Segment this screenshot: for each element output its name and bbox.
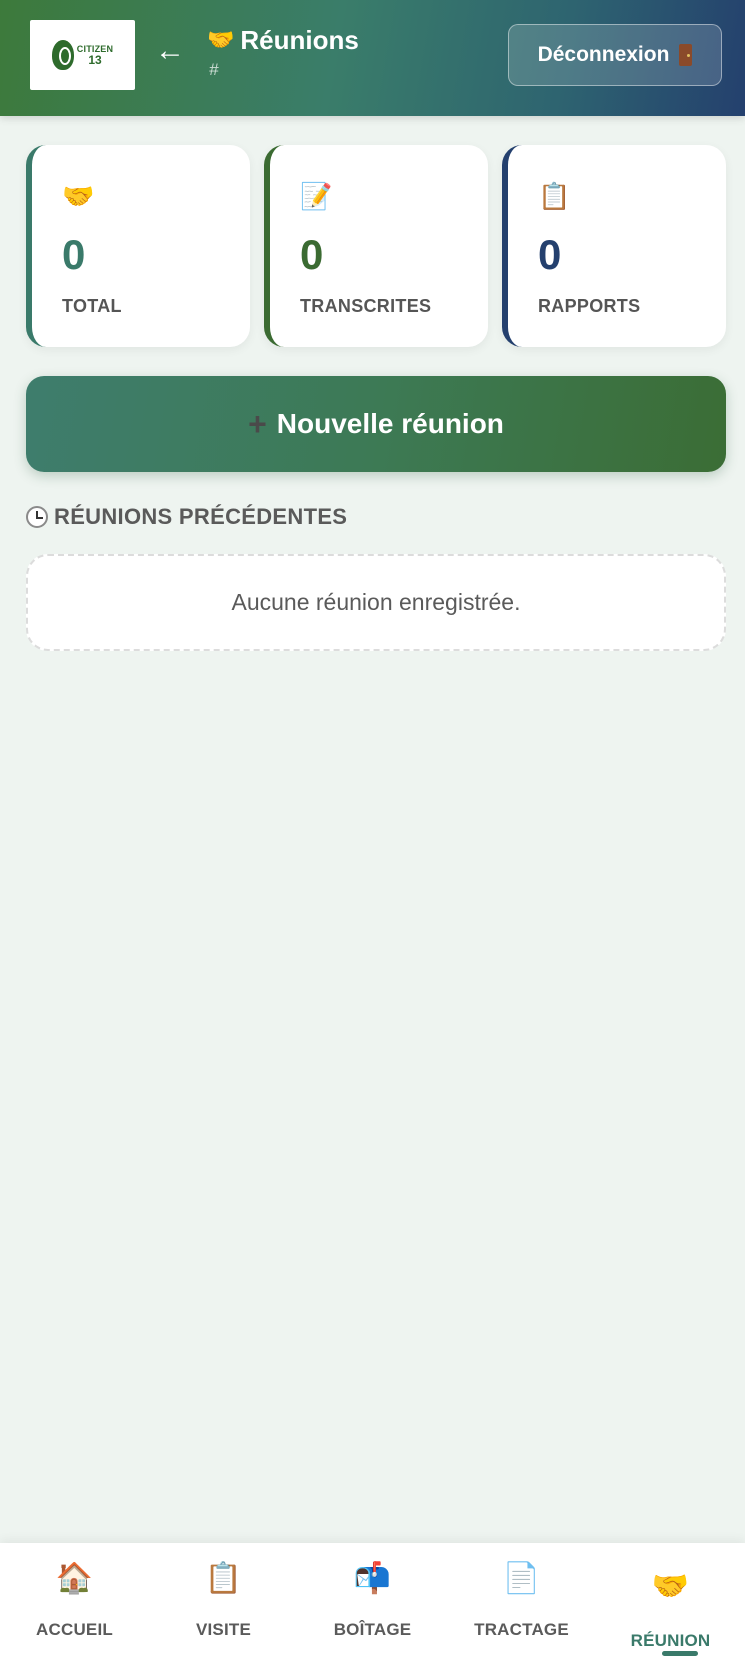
stat-card-transcribed: 📝 0 TRANSCRITES [264,145,488,347]
nav-label-tractage: TRACTAGE [474,1620,569,1639]
memo-icon: 📝 [300,181,333,211]
active-tab-indicator [662,1651,698,1656]
plus-icon: + [248,406,267,442]
app-screen: CITIZEN 13 ← 🤝 Réunions # Déconnexion 🤝 … [0,0,745,1677]
mailbox-icon: 📬 [353,1562,392,1595]
top-header: CITIZEN 13 ← 🤝 Réunions # Déconnexion [0,0,745,116]
empty-state: Aucune réunion enregistrée. [26,554,726,651]
stat-label-total: TOTAL [62,296,122,316]
clock-icon [26,506,48,528]
section-title-text: RÉUNIONS PRÉCÉDENTES [54,504,348,529]
door-icon [679,44,693,66]
nav-item-reunion[interactable]: 🤝 RÉUNION [596,1543,745,1677]
page-subtitle: # [209,60,219,79]
stat-value-total: 0 [62,231,86,278]
stat-card-total: 🤝 0 TOTAL [26,145,250,347]
title-row: 🤝 Réunions [207,24,359,56]
document-icon: 📄 [502,1562,541,1595]
handshake-icon: 🤝 [62,181,95,211]
new-meeting-label: Nouvelle réunion [276,408,504,439]
citizen13-logo: CITIZEN 13 [30,20,135,90]
clipboard-icon: 📋 [538,181,571,211]
empty-state-text: Aucune réunion enregistrée. [231,589,521,615]
nav-label-accueil: ACCUEIL [36,1620,113,1639]
nav-label-reunion: RÉUNION [630,1631,711,1650]
logo-content: CITIZEN 13 [51,40,113,70]
nav-item-tractage[interactable]: 📄 TRACTAGE [447,1543,596,1677]
nav-label-visite: VISITE [195,1620,252,1639]
back-arrow-icon[interactable]: ← [155,36,185,66]
section-heading: RÉUNIONS PRÉCÉDENTES [26,504,347,530]
stats-row: 🤝 0 TOTAL 📝 0 TRANSCRITES 📋 0 RAPPORTS [26,145,726,347]
new-meeting-button[interactable]: + Nouvelle réunion [26,376,726,472]
house-icon: 🏠 [55,1562,94,1595]
stat-label-transcribed: TRANSCRITES [300,296,432,316]
stat-card-reports: 📋 0 RAPPORTS [502,145,726,347]
nav-item-boitage[interactable]: 📬 BOÎTAGE [298,1543,447,1677]
nav-label-boitage: BOÎTAGE [333,1620,412,1639]
title-block: 🤝 Réunions # [207,24,359,80]
clipboard-icon: 📋 [204,1562,243,1595]
logo-number: 13 [88,52,102,67]
handshake-icon: 🤝 [207,27,235,52]
stat-label-reports: RAPPORTS [538,296,641,316]
logo-mark-icon [51,40,74,70]
logout-button[interactable]: Déconnexion [508,24,722,86]
stat-value-reports: 0 [538,231,562,278]
stat-value-transcribed: 0 [300,231,324,278]
nav-item-accueil[interactable]: 🏠 ACCUEIL [0,1543,149,1677]
bottom-navigation: 🏠 ACCUEIL 📋 VISITE 📬 BOÎTAGE 📄 TRACTAGE … [0,1543,745,1677]
page-title: Réunions [240,25,359,55]
logout-label: Déconnexion [537,43,670,66]
handshake-icon: 🤝 [651,1570,690,1603]
nav-item-visite[interactable]: 📋 VISITE [149,1543,298,1677]
logo-text: CITIZEN 13 [77,44,113,67]
